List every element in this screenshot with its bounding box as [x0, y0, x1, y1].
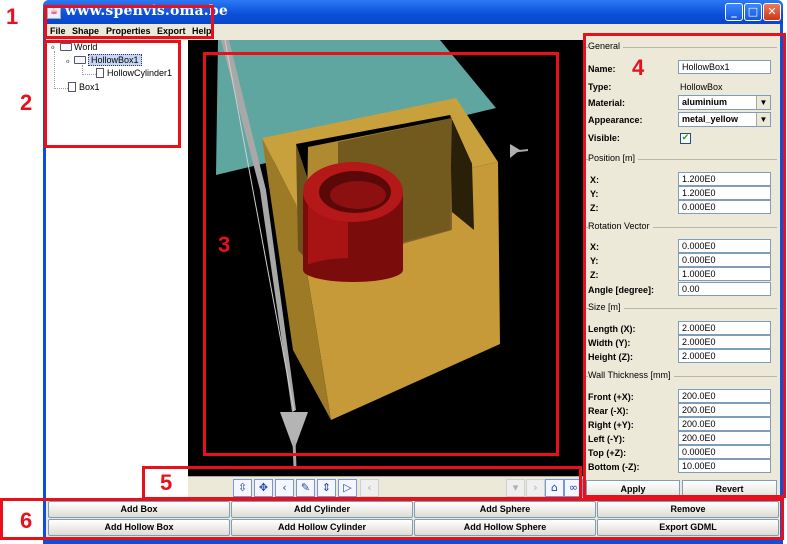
annotation-box-4 — [583, 33, 786, 498]
annotation-box-3 — [203, 52, 559, 456]
annotation-label-6: 6 — [20, 508, 33, 533]
annotation-box-2 — [44, 40, 181, 148]
annotation-box-5 — [142, 466, 582, 500]
maximize-button[interactable]: □ — [744, 3, 762, 21]
annotation-label-1: 1 — [6, 4, 19, 29]
annotation-label-3: 3 — [218, 232, 231, 257]
close-button[interactable]: ✕ — [763, 3, 781, 21]
annotation-label-2: 2 — [20, 90, 33, 115]
annotation-label-5: 5 — [160, 470, 173, 495]
annotation-box-1 — [44, 5, 214, 39]
annotation-box-6 — [0, 498, 784, 540]
annotation-label-4: 4 — [632, 55, 645, 80]
minimize-button[interactable]: _ — [725, 3, 743, 21]
